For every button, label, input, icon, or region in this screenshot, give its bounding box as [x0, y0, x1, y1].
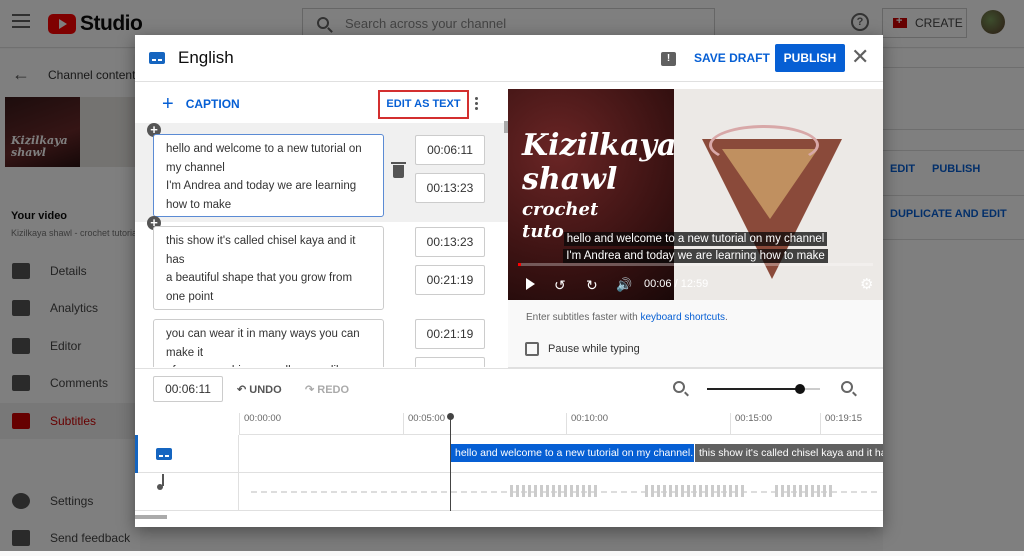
audio-track-label — [135, 473, 239, 511]
slider-knob[interactable] — [794, 384, 805, 394]
audio-waveform-peak — [510, 485, 600, 497]
timeline-caption-segment[interactable]: this show it's called chisel kaya and it… — [695, 444, 883, 462]
undo-label: UNDO — [249, 384, 282, 396]
redo-button[interactable]: ↷ REDO — [305, 383, 349, 396]
add-caption-button[interactable]: + CAPTION — [162, 93, 240, 115]
volume-icon[interactable]: 🔊 — [616, 277, 632, 293]
video-title-line: Kizilkaya — [522, 128, 677, 163]
ruler-tick: 00:00:00 — [239, 413, 281, 435]
current-time-input[interactable]: 00:06:11 — [153, 376, 223, 402]
settings-gear-icon[interactable]: ⚙ — [860, 275, 873, 293]
keyboard-shortcuts-hint: Enter subtitles faster with keyboard sho… — [526, 312, 728, 323]
save-draft-button[interactable]: SAVE DRAFT — [694, 51, 770, 65]
ruler-tick: 00:15:00 — [730, 413, 772, 435]
player-options-panel — [508, 300, 883, 368]
audio-waveform-peak — [645, 485, 745, 497]
subtitles-icon — [156, 448, 172, 460]
subtitles-editor-dialog: English ! SAVE DRAFT PUBLISH ✕ + CAPTION… — [135, 35, 883, 527]
divider — [135, 368, 883, 369]
caption-start-time[interactable]: 00:13:23 — [415, 227, 485, 257]
caption-start-time[interactable]: 00:06:11 — [415, 135, 485, 165]
caption-text-input[interactable]: this show it's called chisel kaya and it… — [153, 226, 384, 310]
close-icon[interactable]: ✕ — [851, 46, 869, 68]
feedback-icon[interactable]: ! — [661, 52, 676, 66]
ruler-tick: 00:19:15 — [820, 413, 862, 435]
rewind-5-icon[interactable]: ↺ — [554, 277, 566, 294]
video-time: 00:06 / 12:59 — [644, 278, 709, 290]
hint-suffix: . — [725, 312, 728, 323]
caption-item[interactable]: this show it's called chisel kaya and it… — [135, 226, 508, 316]
ruler-tick: 00:05:00 — [403, 413, 445, 435]
zoom-out-icon[interactable] — [673, 381, 685, 393]
subtitle-text: I'm Andrea and today we are learning how… — [563, 249, 828, 263]
audio-waveform-peak — [775, 485, 835, 497]
ruler-tick: 00:10:00 — [566, 413, 608, 435]
undo-button[interactable]: ↶ UNDO — [237, 383, 282, 396]
video-title-overlay: Kizilkaya shawl — [522, 129, 676, 197]
music-note-icon — [157, 474, 164, 490]
forward-5-icon[interactable]: ↻ — [586, 277, 598, 294]
timeline-playhead[interactable] — [447, 413, 454, 511]
subtitle-text: hello and welcome to a new tutorial on m… — [563, 232, 828, 246]
edit-as-text-button[interactable]: EDIT AS TEXT — [378, 90, 469, 119]
caption-list: + hello and welcome to a new tutorial on… — [135, 123, 508, 367]
dialog-header: English ! SAVE DRAFT PUBLISH ✕ — [135, 35, 883, 82]
publish-button[interactable]: PUBLISH — [775, 44, 845, 72]
delete-icon[interactable] — [391, 162, 406, 178]
subtitle-line-2: I'm Andrea and today we are learning how… — [508, 246, 883, 264]
timeline-ruler: 00:00:00 00:05:00 00:10:00 00:15:00 00:1… — [239, 405, 883, 435]
caption-text-input[interactable]: hello and welcome to a new tutorial on m… — [153, 134, 384, 217]
undo-icon: ↶ — [237, 384, 250, 396]
subtitle-track: hello and welcome to a new tutorial on m… — [135, 435, 883, 473]
timeline-caption-segment[interactable]: hello and welcome to a new tutorial on m… — [451, 444, 694, 462]
hanger-image — [709, 125, 819, 165]
player-controls: ↺ ↻ 🔊 00:06 / 12:59 ⚙ — [508, 274, 883, 296]
video-title-line: crochet — [522, 199, 599, 220]
slider-fill — [707, 388, 800, 390]
pause-while-typing-checkbox[interactable] — [525, 342, 539, 356]
redo-icon: ↷ — [305, 384, 318, 396]
subtitle-line-1: hello and welcome to a new tutorial on m… — [508, 229, 883, 247]
caption-text-input[interactable]: you can wear it in many ways you can mak… — [153, 319, 384, 367]
plus-icon: + — [162, 93, 174, 115]
zoom-in-icon[interactable] — [841, 381, 853, 393]
redo-label: REDO — [317, 384, 350, 396]
video-player[interactable]: Kizilkaya shawl crochet tuto hello and w… — [508, 89, 883, 300]
video-title-line: shawl — [522, 162, 618, 197]
timeline-zoom-slider[interactable] — [707, 384, 820, 394]
caption-item[interactable]: you can wear it in many ways you can mak… — [135, 319, 508, 367]
timeline-horizontal-scrollbar[interactable] — [135, 515, 167, 519]
caption-end-time[interactable]: 00:21:19 — [415, 265, 485, 295]
more-options-icon[interactable] — [475, 97, 479, 112]
dialog-title: English — [178, 48, 234, 67]
caption-end-time[interactable]: 00:13:23 — [415, 173, 485, 203]
caption-start-time[interactable]: 00:21:19 — [415, 319, 485, 349]
subtitle-track-label — [135, 435, 239, 473]
add-caption-label: CAPTION — [185, 97, 240, 111]
keyboard-shortcuts-link[interactable]: keyboard shortcuts — [641, 312, 726, 323]
caption-item[interactable]: + hello and welcome to a new tutorial on… — [135, 123, 508, 230]
subtitles-icon — [149, 52, 165, 64]
audio-track — [135, 473, 883, 511]
pause-while-typing-label[interactable]: Pause while typing — [548, 343, 640, 355]
hint-text: Enter subtitles faster with — [526, 312, 641, 323]
video-frame-right — [674, 89, 883, 300]
play-icon[interactable] — [526, 278, 535, 290]
progress-fill — [518, 263, 521, 266]
caption-end-time[interactable]: 00:29:04 — [415, 357, 485, 367]
video-progress-bar[interactable] — [518, 263, 873, 266]
